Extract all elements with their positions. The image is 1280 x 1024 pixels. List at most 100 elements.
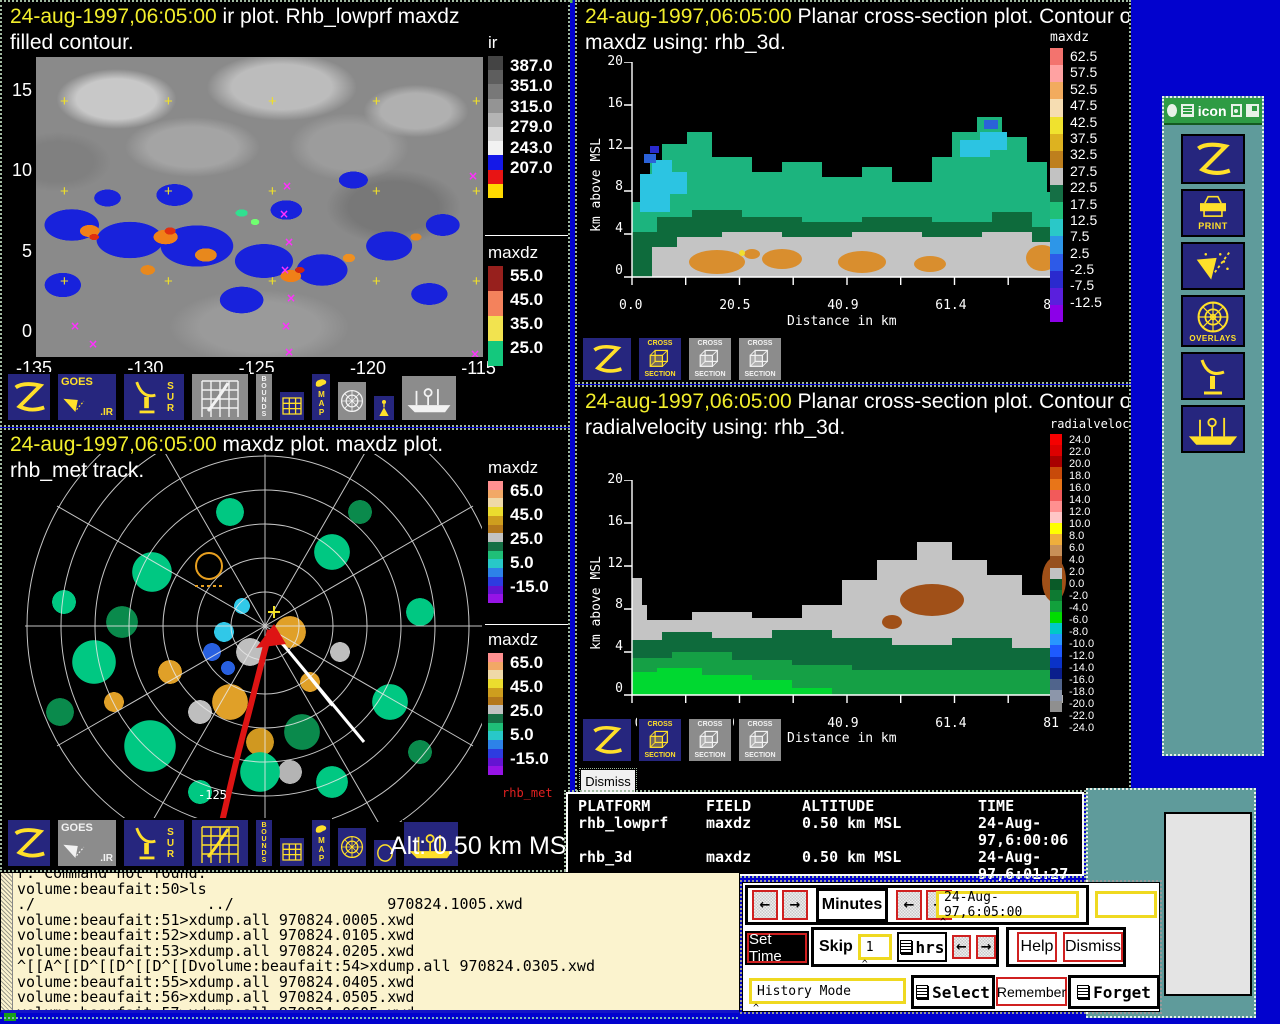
- skip-value-field[interactable]: 1: [857, 934, 893, 960]
- cross-section-button[interactable]: CROSS SECTION: [687, 717, 733, 763]
- buoy-icon: [379, 400, 389, 416]
- cross-section-button[interactable]: CROSS SECTION: [687, 336, 733, 382]
- minutes-units-button[interactable]: Minutes: [816, 888, 888, 922]
- colorbar-label: 14.0: [1069, 494, 1091, 506]
- cross-label: CROSS: [647, 721, 673, 728]
- overlays-button[interactable]: OVERLAYS: [1181, 295, 1245, 347]
- terminal-line: r: Command not found.: [17, 872, 207, 882]
- colorbar-segment: [488, 341, 503, 366]
- zebra-menu-button[interactable]: [6, 818, 52, 868]
- colorbar-segment: [1050, 150, 1063, 168]
- ir-satellite-image[interactable]: [36, 57, 483, 357]
- colorbar-segment: [1050, 467, 1062, 479]
- window-menu-icon[interactable]: [1181, 104, 1194, 117]
- desktop-bottom-border: [0, 1017, 738, 1019]
- zebra-menu-button[interactable]: [581, 336, 633, 382]
- map-button[interactable]: MAP: [310, 818, 332, 868]
- colorbar-segment: [488, 687, 503, 697]
- terminal-scrollbar[interactable]: [1, 873, 13, 1010]
- set-time-button[interactable]: Set Time: [747, 931, 807, 965]
- goes-ir-button[interactable]: GOES .IR: [56, 818, 118, 868]
- ship-icon: [1188, 417, 1238, 445]
- radar-antenna-icon: [135, 381, 156, 414]
- terminal-line: volume:beaufait:50>ls: [17, 879, 207, 898]
- colorbar-segment: [488, 169, 503, 184]
- window-focus-icon[interactable]: [1230, 104, 1242, 117]
- terminal-window[interactable]: r: Command not found. volume:beaufait:50>…: [0, 872, 740, 1013]
- skip-forward-button[interactable]: →: [976, 935, 997, 959]
- goes-ir-button[interactable]: GOES .IR: [56, 372, 118, 422]
- step-forward-button[interactable]: →: [782, 890, 808, 920]
- colorbar-segment: [1050, 478, 1062, 490]
- colorbar-label: -18.0: [1069, 686, 1095, 698]
- cross-section-button-active[interactable]: CROSS SECTION: [637, 717, 683, 763]
- colorbar-label: 27.5: [1070, 162, 1098, 179]
- cross-section-button[interactable]: CROSS SECTION: [737, 717, 783, 763]
- grid-small-button[interactable]: [278, 390, 306, 422]
- colorbar-label: -16.0: [1069, 674, 1095, 686]
- y-tick-label: 12: [607, 555, 623, 571]
- colorbar-label: 0.0: [1069, 578, 1085, 590]
- limits-dismiss-button[interactable]: Dismiss: [579, 768, 637, 793]
- colorbar-label: 32.5: [1070, 146, 1098, 163]
- forget-menu-button[interactable]: Forget: [1068, 975, 1160, 1009]
- y-tick-label: 15: [11, 80, 32, 100]
- altitude-readout: Alt: 0.50 km MSL: [390, 832, 570, 860]
- xsec-radial-plot[interactable]: [622, 480, 1068, 708]
- zebra-main-button[interactable]: [1181, 134, 1245, 184]
- colorbar-segment: [488, 670, 503, 680]
- icons-window-titlebar[interactable]: icon: [1164, 98, 1262, 125]
- satellite-button[interactable]: [1181, 242, 1245, 290]
- ship-track-marker: [284, 235, 294, 249]
- terminal-line: volume:beaufait:57>xdump.all 970824.0605…: [17, 1003, 415, 1013]
- skip-units-menu-button[interactable]: hrs: [897, 932, 947, 962]
- colorbar-segment: [488, 524, 503, 534]
- radar-grid-button[interactable]: [190, 818, 250, 868]
- select-menu-button[interactable]: Select: [911, 975, 995, 1009]
- help-button[interactable]: Help: [1017, 932, 1057, 962]
- overlays-scope-button[interactable]: [336, 826, 368, 868]
- ship-button[interactable]: [400, 374, 458, 422]
- colorbar-label: 17.5: [1070, 195, 1098, 212]
- history-mode-field[interactable]: History Mode: [749, 978, 906, 1004]
- ship-track-marker: [284, 345, 294, 357]
- bounds-label: BOUNDS: [260, 822, 268, 864]
- step-back-button[interactable]: ←: [752, 890, 778, 920]
- bounds-button[interactable]: BOUNDS: [254, 372, 274, 422]
- cross-section-button[interactable]: CROSS SECTION: [737, 336, 783, 382]
- time-entry-field[interactable]: 24-Aug-97,6:05:00: [936, 890, 1079, 920]
- grid-icon: [282, 397, 302, 415]
- bounds-button[interactable]: BOUNDS: [254, 818, 274, 868]
- colorbar-segment: [488, 489, 503, 499]
- cross-section-button-active[interactable]: CROSS SECTION: [637, 336, 683, 382]
- colorbar-label: 42.5: [1070, 113, 1098, 130]
- window-iconify-icon[interactable]: [1167, 104, 1178, 117]
- map-button[interactable]: MAP: [310, 372, 332, 422]
- map-label: MAP: [317, 835, 326, 863]
- colorbar-segment: [488, 316, 503, 341]
- window-resize-icon[interactable]: [1245, 104, 1259, 117]
- time-cell: 24-Aug-97,6:01:27: [978, 848, 1069, 883]
- radar-ppi-display[interactable]: [2, 454, 482, 822]
- print-button[interactable]: PRINT: [1181, 189, 1245, 237]
- grid-small-button[interactable]: [278, 836, 306, 868]
- buoy-button[interactable]: [372, 394, 396, 422]
- colorbar-label: 62.5: [1070, 48, 1098, 64]
- radar-grid-button[interactable]: [190, 372, 250, 422]
- overlays-scope-button[interactable]: [336, 380, 368, 422]
- zebra-menu-button[interactable]: [6, 372, 52, 422]
- dismiss-button[interactable]: Dismiss: [1063, 932, 1123, 962]
- sur-radar-button[interactable]: SUR: [122, 818, 186, 868]
- skip-back-button[interactable]: ←: [951, 935, 972, 959]
- minutes-back-button[interactable]: ←: [896, 890, 922, 920]
- sur-radar-button[interactable]: SUR: [122, 372, 186, 422]
- zebra-menu-button[interactable]: [581, 717, 633, 763]
- colorbar-segment: [488, 576, 503, 586]
- remember-button[interactable]: Remember: [996, 977, 1067, 1006]
- ship-platform-button[interactable]: [1181, 405, 1245, 453]
- radar-button[interactable]: [1181, 352, 1245, 400]
- colorbar-segment: [488, 661, 503, 671]
- colorbar-label: 12.0: [1069, 506, 1091, 518]
- scope-icon: [1197, 301, 1229, 332]
- xsec-maxdz-plot[interactable]: [622, 62, 1068, 290]
